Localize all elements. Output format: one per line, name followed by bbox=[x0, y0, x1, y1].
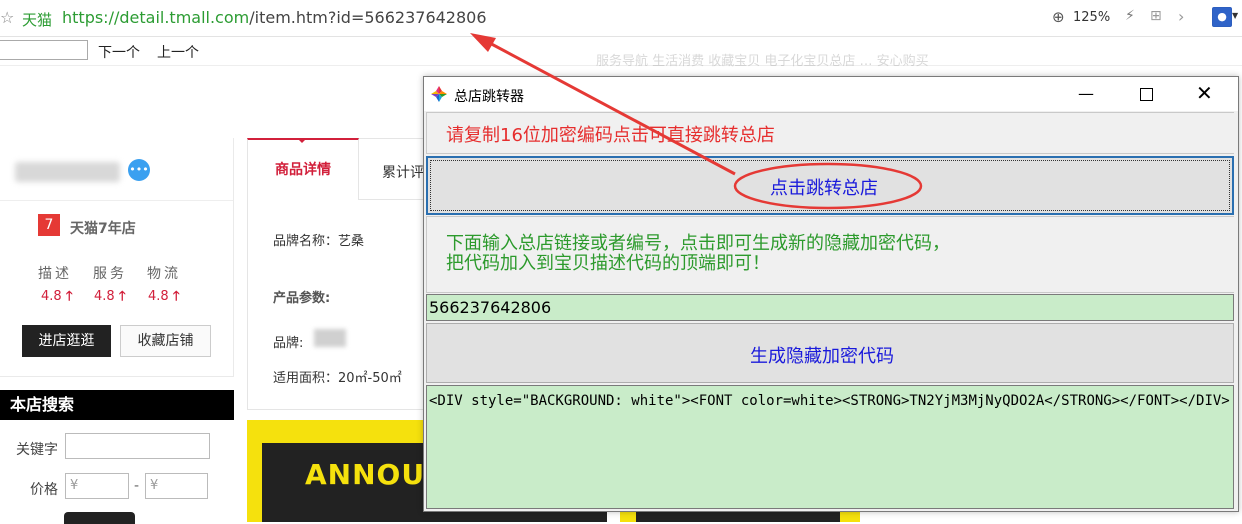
app-logo-icon bbox=[431, 86, 447, 102]
dialog-title: 总店跳转器 bbox=[454, 89, 524, 105]
arrow-up-icon: 🡑 bbox=[172, 289, 180, 304]
rating-value-service: 4.8 🡑 bbox=[94, 289, 126, 304]
close-icon[interactable]: ✕ bbox=[1196, 81, 1213, 105]
top-nav[interactable]: 服务导航 生活消费 收藏宝贝 电子化宝贝总店 … 安心购买 bbox=[596, 50, 929, 69]
find-input[interactable] bbox=[0, 40, 88, 60]
bookmark-star-icon[interactable]: ☆ bbox=[0, 8, 14, 27]
tmall-years-badge: 7 bbox=[38, 214, 60, 236]
tab-underline bbox=[359, 199, 429, 200]
favorite-shop-button[interactable]: 收藏店铺 bbox=[120, 325, 211, 357]
minimize-icon[interactable]: — bbox=[1078, 84, 1094, 103]
brand-blurred bbox=[314, 329, 346, 347]
enter-shop-button[interactable]: 进店逛逛 bbox=[22, 325, 111, 357]
attr-brand: 品牌: bbox=[273, 336, 304, 351]
chevron-down-icon[interactable]: ▼ bbox=[1232, 11, 1238, 20]
jump-to-store-label[interactable]: 点击跳转总店 bbox=[770, 174, 878, 200]
dialog-titlebar[interactable] bbox=[424, 77, 1238, 111]
site-name: 天猫 bbox=[22, 11, 53, 29]
copy-hint-label: 请复制16位加密编码点击可直接跳转总店 bbox=[446, 125, 775, 146]
tab-notch bbox=[297, 138, 307, 143]
attr-area: 适用面积：20㎡-50㎡ bbox=[273, 371, 402, 386]
arrow-up-icon: 🡑 bbox=[118, 289, 126, 304]
url-prefix: https:// bbox=[62, 8, 120, 27]
price-max-input[interactable]: ¥ bbox=[145, 473, 208, 499]
generate-code-label[interactable]: 生成隐藏加密代码 bbox=[750, 342, 894, 368]
paw-icon[interactable]: ● bbox=[1212, 7, 1232, 27]
rating-label-logistics: 物流 bbox=[147, 266, 181, 282]
store-id-input[interactable]: 566237642806 bbox=[426, 294, 1234, 321]
chat-icon[interactable]: ••• bbox=[128, 159, 150, 181]
instructions-line-2: 把代码加入到宝贝描述代码的顶端即可！ bbox=[446, 253, 770, 274]
price-label: 价格 bbox=[30, 482, 58, 498]
price-min-input[interactable]: ¥ bbox=[65, 473, 129, 499]
arrow-up-icon: 🡑 bbox=[65, 289, 73, 304]
keyword-label: 关键字 bbox=[16, 442, 58, 458]
attr-brand-name: 品牌名称：艺桑 bbox=[273, 234, 365, 249]
instructions-line-1: 下面输入总店链接或者编号，点击即可生成新的隐藏加密代码， bbox=[446, 233, 950, 254]
lightning-icon[interactable]: ⚡ bbox=[1125, 8, 1135, 24]
tab-product-details[interactable]: 商品详情 bbox=[247, 138, 359, 200]
find-prev-button[interactable]: 上一个 bbox=[157, 42, 199, 62]
shop-name-blurred bbox=[15, 162, 120, 182]
keyword-input[interactable] bbox=[65, 433, 210, 459]
url-path: /item.htm?id=566237642806 bbox=[249, 8, 487, 27]
rating-label-desc: 描述 bbox=[38, 266, 72, 282]
code-output-textarea[interactable]: <DIV style="BACKGROUND: white"><FONT col… bbox=[426, 385, 1234, 509]
rating-label-service: 服务 bbox=[93, 266, 127, 282]
chevron-right-icon[interactable]: › bbox=[1178, 7, 1184, 26]
search-button[interactable] bbox=[64, 512, 135, 524]
shop-search-heading: 本店搜索 bbox=[0, 390, 234, 420]
apps-grid-icon[interactable]: ⊞ bbox=[1150, 8, 1162, 24]
find-next-button[interactable]: 下一个 bbox=[98, 42, 140, 62]
attr-params-heading: 产品参数: bbox=[273, 291, 331, 306]
maximize-icon[interactable] bbox=[1140, 88, 1153, 101]
rating-value-desc: 4.8 🡑 bbox=[41, 289, 73, 304]
price-dash: - bbox=[134, 478, 140, 494]
divider bbox=[0, 200, 233, 201]
tab-reviews[interactable]: 累计评 bbox=[382, 162, 424, 182]
zoom-level: 125% bbox=[1073, 10, 1111, 25]
url-host: detail.tmall.com bbox=[119, 8, 250, 27]
tmall-years-label: 天猫7年店 bbox=[70, 221, 136, 237]
zoom-icon[interactable]: ⊕ bbox=[1052, 8, 1065, 26]
url-field[interactable]: https://detail.tmall.com/item.htm?id=566… bbox=[62, 8, 487, 27]
rating-value-logistics: 4.8 🡑 bbox=[148, 289, 180, 304]
